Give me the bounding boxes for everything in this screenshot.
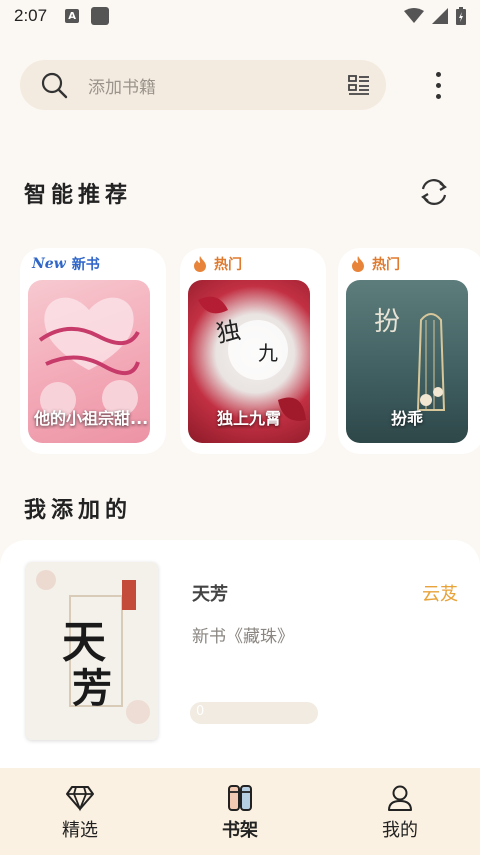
book-cover[interactable]: 独 九 独上九霄 — [188, 280, 310, 443]
more-dot-icon — [435, 71, 441, 77]
book-cover[interactable]: 扮 扮乖 — [346, 280, 468, 443]
status-bar: 2:07 A — [0, 0, 480, 32]
nav-item-profile[interactable]: 我的 — [320, 768, 480, 855]
flame-icon — [194, 256, 206, 272]
reading-progress-bar: 0 — [190, 702, 318, 724]
battery-icon — [456, 7, 466, 25]
added-section-title: 我添加的 — [24, 498, 133, 523]
notification-icon: A — [65, 9, 80, 23]
search-bar[interactable]: 添加书籍 — [20, 60, 386, 110]
svg-text:扮: 扮 — [374, 307, 400, 337]
recommend-section-title: 智能推荐 — [24, 183, 133, 208]
nav-label: 书架 — [222, 820, 258, 841]
reading-progress-label: 0 — [196, 704, 205, 719]
cover-art: 天 芳 — [26, 562, 158, 740]
nav-item-bookshelf[interactable]: 书架 — [160, 768, 320, 855]
svg-text:独: 独 — [214, 316, 242, 348]
refresh-icon[interactable] — [418, 176, 450, 208]
book-cover[interactable]: 他的小祖宗甜... — [28, 280, 150, 443]
more-dot-icon — [435, 93, 441, 99]
recommend-card[interactable]: 热门 独 九 独上九霄 — [180, 248, 326, 454]
status-indicators — [404, 7, 466, 25]
book-cover-title: 扮乖 — [390, 409, 423, 428]
more-dot-icon — [435, 82, 441, 88]
search-icon — [41, 72, 68, 99]
flame-icon — [352, 256, 364, 272]
card-tag: 热门 — [350, 254, 400, 274]
svg-text:九: 九 — [258, 341, 278, 365]
search-placeholder[interactable]: 添加书籍 — [88, 73, 348, 98]
nav-label: 精选 — [62, 820, 98, 841]
book-cover-title: 独上九霄 — [216, 409, 281, 428]
status-time: 2:07 — [14, 6, 48, 25]
nav-label: 我的 — [382, 820, 418, 841]
list-view-icon[interactable] — [348, 74, 370, 96]
diamond-icon — [66, 786, 94, 812]
bookshelf-icon — [228, 785, 252, 811]
svg-text:天: 天 — [62, 617, 106, 668]
nav-item-featured[interactable]: 精选 — [0, 768, 160, 855]
more-options-button[interactable] — [420, 66, 456, 104]
card-tag-label: 热门 — [372, 257, 400, 273]
app-notification-icon — [91, 7, 110, 25]
svg-text:芳: 芳 — [72, 665, 112, 712]
added-book-title[interactable]: 天芳 — [192, 580, 228, 606]
card-tag: 热门 — [192, 254, 242, 274]
recommend-card[interactable]: New 新书 他的小祖宗甜... — [20, 248, 166, 454]
added-book-author: 云芨 — [422, 584, 458, 605]
signal-icon — [432, 8, 448, 24]
added-book-cover[interactable]: 天 芳 — [26, 562, 158, 740]
card-tag: New 新书 — [32, 254, 100, 274]
added-book-description: 新书《藏珠》 — [192, 627, 294, 647]
wifi-icon — [404, 8, 424, 23]
card-tag-label: 热门 — [214, 257, 242, 273]
bottom-navigation: 精选 书架 我的 — [0, 768, 480, 855]
new-badge: New — [32, 256, 66, 272]
person-icon — [388, 785, 412, 811]
recommend-card[interactable]: 热门 扮 扮乖 — [338, 248, 480, 454]
book-cover-title: 他的小祖宗甜... — [34, 409, 149, 428]
card-tag-label: 新书 — [71, 257, 100, 273]
